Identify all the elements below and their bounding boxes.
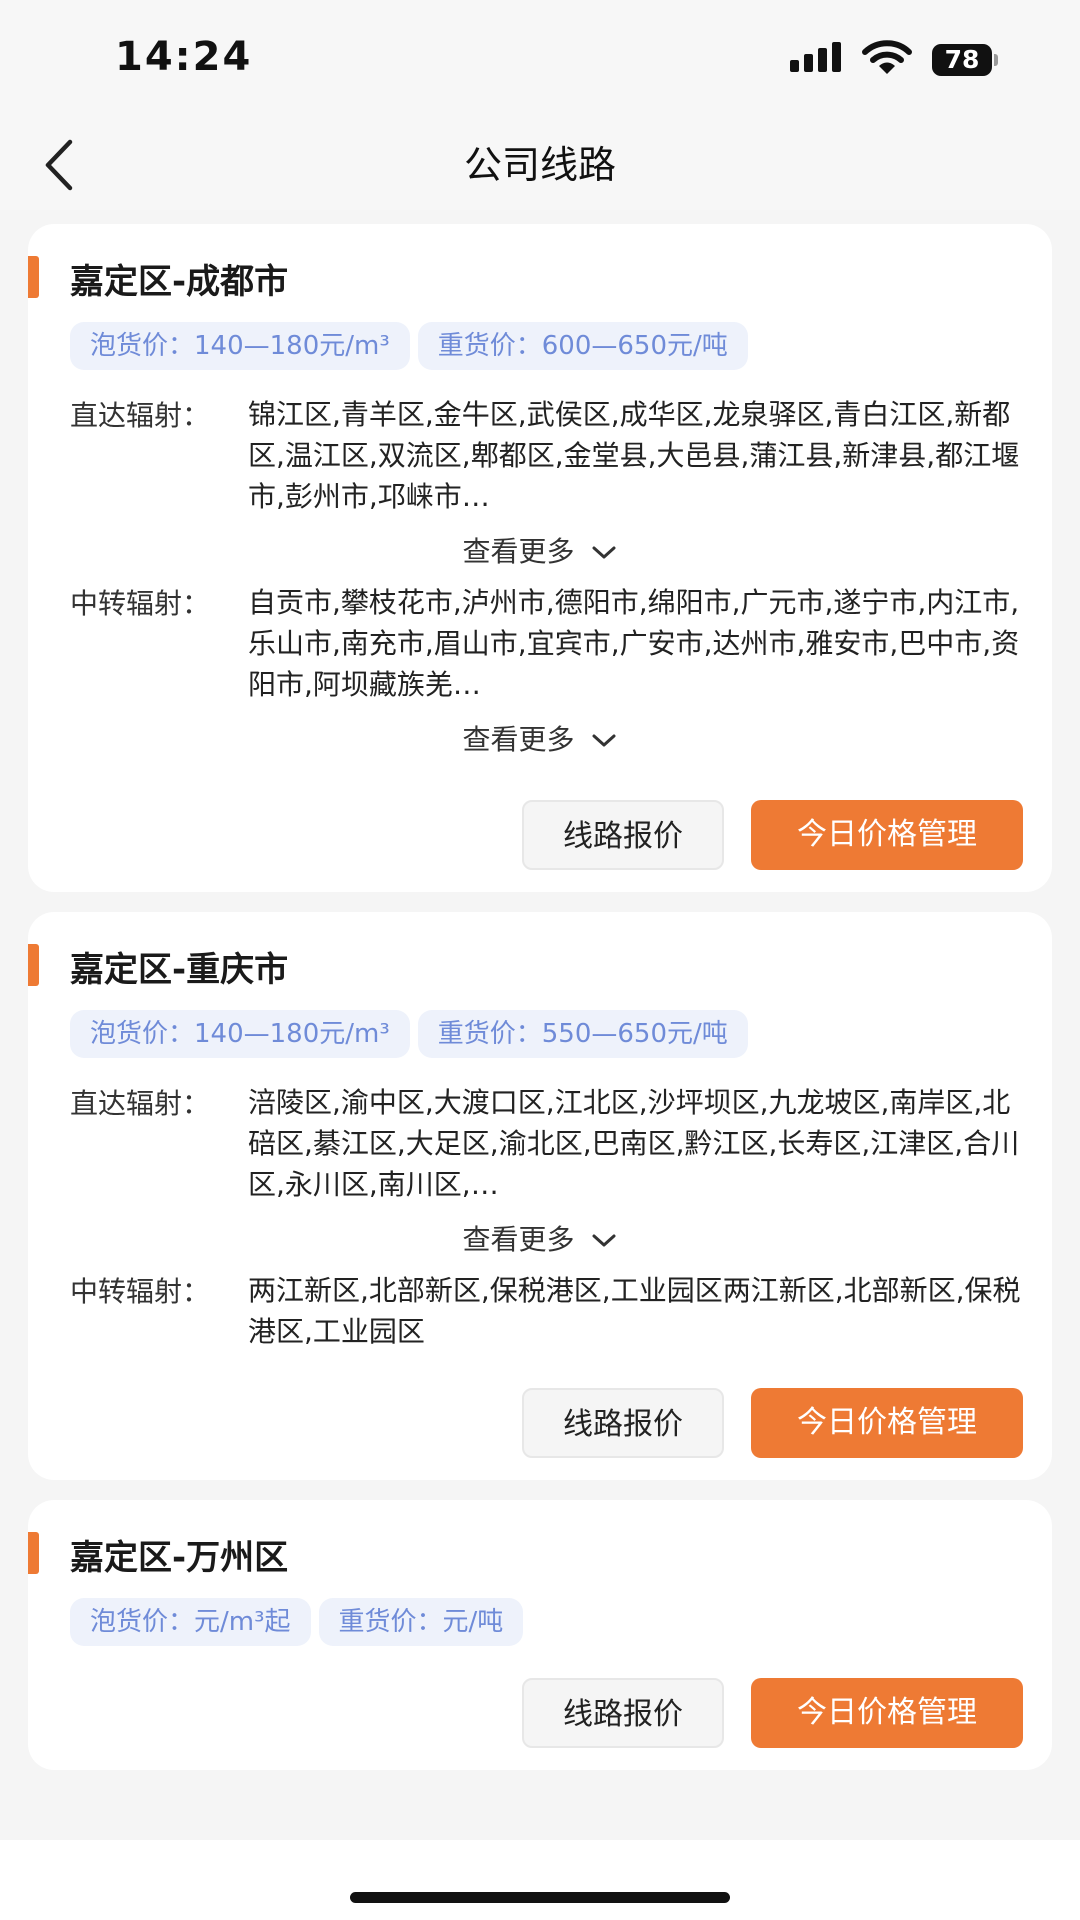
transfer-radiation-text: 自贡市,攀枝花市,泸州市,德阳市,绵阳市,广元市,遂宁市,内江市,乐山市,南充市… (248, 586, 1020, 701)
cellular-signal-icon (790, 42, 841, 72)
route-quote-button[interactable]: 线路报价 (522, 1678, 724, 1748)
direct-radiation-label: 直达辐射： (70, 1087, 211, 1120)
page-title: 公司线路 (463, 143, 616, 187)
transfer-radiation-text: 两江新区,北部新区,保税港区,工业园区两江新区,北部新区,保税港区,工业园区 (248, 1274, 1021, 1348)
todays-price-management-button[interactable]: 今日价格管理 (751, 800, 1023, 870)
show-more-direct-button[interactable]: 查看更多 (28, 1218, 1052, 1258)
card-accent-bar (28, 256, 39, 298)
transfer-radiation-label: 中转辐射： (70, 1275, 211, 1308)
wifi-icon (862, 40, 912, 74)
show-more-transfer-button[interactable]: 查看更多 (28, 718, 1052, 758)
show-more-label: 查看更多 (462, 535, 575, 568)
direct-radiation-text: 涪陵区,渝中区,大渡口区,江北区,沙坪坝区,九龙坡区,南岸区,北碚区,綦江区,大… (248, 1086, 1020, 1201)
chevron-down-icon (592, 734, 616, 747)
direct-radiation-label: 直达辐射： (70, 399, 211, 432)
show-more-label: 查看更多 (462, 723, 575, 756)
light-cargo-price-tag: 泡货价：140—180元/m³ (70, 1010, 410, 1058)
route-quote-button[interactable]: 线路报价 (522, 1388, 724, 1458)
card-accent-bar (28, 1532, 39, 1574)
route-quote-button[interactable]: 线路报价 (522, 800, 724, 870)
route-title: 嘉定区-万州区 (70, 1538, 289, 1578)
heavy-cargo-price-tag: 重货价：600—650元/吨 (417, 322, 748, 370)
price-tags: 泡货价：元/m³起 重货价：元/吨 (70, 1598, 524, 1646)
price-tags: 泡货价：140—180元/m³ 重货价：550—650元/吨 (70, 1010, 748, 1058)
status-bar: 14:24 78 (0, 0, 1080, 120)
light-cargo-price-tag: 泡货价：140—180元/m³ (70, 322, 410, 370)
heavy-cargo-price-tag: 重货价：元/吨 (318, 1598, 524, 1646)
card-accent-bar (28, 944, 39, 986)
home-indicator[interactable] (350, 1892, 730, 1903)
direct-radiation-text: 锦江区,青羊区,金牛区,武侯区,成华区,龙泉驿区,青白江区,新都区,温江区,双流… (248, 398, 1020, 513)
chevron-down-icon (592, 546, 616, 559)
todays-price-management-button[interactable]: 今日价格管理 (751, 1678, 1023, 1748)
home-bar (0, 1840, 1080, 1920)
todays-price-management-button[interactable]: 今日价格管理 (751, 1388, 1023, 1458)
show-more-direct-button[interactable]: 查看更多 (28, 530, 1052, 570)
battery-level: 78 (932, 44, 992, 76)
route-card-chongqing: 嘉定区-重庆市 泡货价：140—180元/m³ 重货价：550—650元/吨 直… (28, 912, 1052, 1480)
nav-bar: 公司线路 (0, 120, 1080, 210)
show-more-label: 查看更多 (462, 1223, 575, 1256)
status-time: 14:24 (115, 34, 253, 80)
battery-icon: 78 (932, 44, 998, 76)
chevron-down-icon (592, 1234, 616, 1247)
transfer-radiation-label: 中转辐射： (70, 587, 211, 620)
route-card-wanzhou: 嘉定区-万州区 泡货价：元/m³起 重货价：元/吨 线路报价 今日价格管理 (28, 1500, 1052, 1770)
light-cargo-price-tag: 泡货价：元/m³起 (70, 1598, 311, 1646)
route-card-chengdu: 嘉定区-成都市 泡货价：140—180元/m³ 重货价：600—650元/吨 直… (28, 224, 1052, 892)
route-title: 嘉定区-重庆市 (70, 950, 289, 990)
route-title: 嘉定区-成都市 (70, 262, 289, 302)
heavy-cargo-price-tag: 重货价：550—650元/吨 (417, 1010, 748, 1058)
price-tags: 泡货价：140—180元/m³ 重货价：600—650元/吨 (70, 322, 748, 370)
